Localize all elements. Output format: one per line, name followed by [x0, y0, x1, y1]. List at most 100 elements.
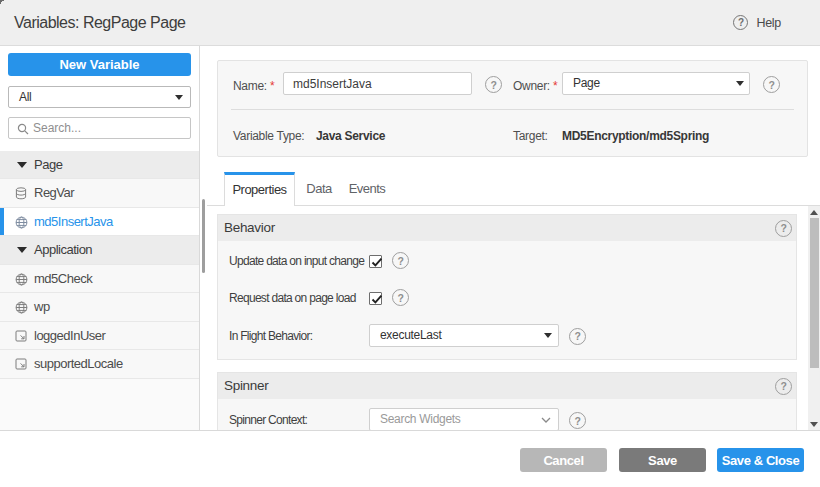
select-value: executeLast: [380, 325, 441, 346]
tree-item-label: md5Check: [34, 265, 92, 293]
row-help-icon[interactable]: ?: [392, 252, 409, 269]
tree-empty-area: [0, 379, 199, 431]
tree-item-wp[interactable]: wp: [0, 293, 199, 322]
properties-panel: Behavior ? Update data on input change ?…: [207, 206, 820, 430]
target-value: MD5Encryption/md5Spring: [562, 129, 709, 143]
dialog-footer: Cancel Save Save & Close: [0, 431, 820, 487]
owner-label: Owner: *: [513, 79, 557, 93]
name-label: Name: *: [233, 79, 274, 93]
tree-item-loggedinuser[interactable]: loggedInUser: [0, 322, 199, 351]
chevron-down-icon: [544, 333, 552, 338]
search-input[interactable]: [33, 119, 183, 137]
variable-filter-select[interactable]: All: [8, 86, 191, 108]
help-button[interactable]: ? Help: [733, 0, 781, 45]
save-and-close-button[interactable]: Save & Close: [717, 448, 804, 472]
request-data-checkbox[interactable]: [369, 292, 382, 305]
tree-item-label: wp: [34, 293, 50, 321]
update-data-checkbox[interactable]: [369, 255, 382, 268]
chevron-down-icon: [175, 95, 183, 100]
section-title: Behavior: [224, 215, 275, 241]
triangle-down-shape: [810, 422, 818, 427]
in-flight-behavior-select[interactable]: executeLast: [369, 324, 559, 347]
select-placeholder: Search Widgets: [380, 409, 461, 430]
cancel-button[interactable]: Cancel: [520, 448, 607, 472]
tree-group-application[interactable]: Application: [0, 236, 199, 265]
collapse-caret-icon: [17, 247, 27, 253]
tree-group-page[interactable]: Page: [0, 151, 199, 180]
collapse-caret-icon: [17, 162, 27, 168]
tree-item-md5insertjava[interactable]: md5InsertJava: [0, 208, 199, 237]
scroll-down-arrow-icon[interactable]: [808, 418, 820, 430]
triangle-up-shape: [810, 210, 818, 215]
spinner-context-select[interactable]: Search Widgets: [369, 408, 559, 430]
variables-tree: Page RegVar md5InsertJava Applicati: [0, 151, 199, 379]
variable-filter-value: All: [19, 87, 31, 107]
behavior-section-header: Behavior ?: [218, 215, 796, 241]
tree-item-md5check[interactable]: md5Check: [0, 265, 199, 294]
tree-item-supportedlocale[interactable]: supportedLocale: [0, 350, 199, 379]
owner-label-text: Owner:: [513, 79, 550, 93]
behavior-help-icon[interactable]: ?: [775, 220, 792, 237]
dialog-title: Variables: RegPage Page: [14, 0, 185, 45]
chevron-down-icon: [541, 417, 551, 423]
save-button[interactable]: Save: [619, 448, 706, 472]
target-label: Target:: [513, 129, 548, 143]
variable-type-value: Java Service: [316, 129, 385, 143]
new-variable-button[interactable]: New Variable: [8, 53, 191, 76]
tab-data[interactable]: Data: [295, 172, 343, 207]
property-label: Spinner Context:: [229, 408, 307, 430]
scroll-up-arrow-icon[interactable]: [808, 206, 820, 218]
help-label: Help: [756, 16, 781, 30]
tree-item-label: md5InsertJava: [34, 208, 113, 236]
tree-item-regvar[interactable]: RegVar: [0, 179, 199, 208]
row-help-icon[interactable]: ?: [569, 328, 586, 345]
tab-events[interactable]: Events: [343, 172, 391, 207]
globe-icon: [15, 273, 28, 286]
model-icon: [15, 358, 27, 370]
model-icon: [15, 330, 27, 342]
name-help-icon[interactable]: ?: [485, 76, 502, 93]
tree-item-label: loggedInUser: [34, 322, 105, 350]
tree-group-label: Application: [34, 236, 92, 264]
spinner-help-icon[interactable]: ?: [775, 378, 792, 395]
property-row: Update data on input change ?: [218, 249, 796, 273]
variable-detail-pane: Name: * ? Owner: * Page ? Variable Type:…: [207, 46, 820, 431]
required-asterisk: *: [270, 79, 274, 93]
selected-indicator-bar: [0, 208, 4, 236]
chevron-down-icon: [736, 81, 744, 86]
row-help-icon[interactable]: ?: [569, 412, 586, 429]
help-icon: ?: [733, 15, 748, 30]
owner-select-value: Page: [573, 73, 600, 94]
variable-type-label: Variable Type:: [233, 129, 304, 143]
section-title: Spinner: [224, 373, 268, 399]
variables-sidebar: New Variable All Page RegVar: [0, 46, 200, 431]
name-label-text: Name:: [233, 79, 267, 93]
property-label: Request data on page load: [229, 286, 356, 310]
variable-search-box: [8, 117, 191, 139]
row-help-icon[interactable]: ?: [392, 289, 409, 306]
behavior-section: Behavior ? Update data on input change ?…: [217, 214, 797, 360]
checkmark-icon: [371, 294, 383, 305]
tree-item-label: supportedLocale: [34, 350, 123, 378]
tab-properties[interactable]: Properties: [224, 172, 295, 207]
variable-summary-panel: Name: * ? Owner: * Page ? Variable Type:…: [217, 60, 808, 157]
scrollbar-thumb[interactable]: [810, 218, 819, 368]
name-input[interactable]: [283, 72, 472, 95]
owner-help-icon[interactable]: ?: [763, 76, 780, 93]
sidebar-scrollbar-thumb[interactable]: [202, 199, 206, 273]
panel-divider: [231, 109, 794, 110]
property-row: Spinner Context: Search Widgets ?: [218, 408, 796, 430]
spinner-section: Spinner ? Spinner Context: Search Widget…: [217, 372, 797, 430]
properties-scrollbar[interactable]: [808, 206, 820, 430]
property-label: In Flight Behavior:: [229, 324, 312, 348]
property-label: Update data on input change: [229, 249, 364, 273]
owner-select[interactable]: Page: [562, 72, 750, 95]
window-corner-artifact: [0, 0, 4, 4]
tree-group-label: Page: [34, 151, 62, 179]
property-row: Request data on page load ?: [218, 286, 796, 310]
globe-icon: [15, 216, 28, 229]
database-icon: [15, 187, 27, 200]
required-asterisk: *: [553, 79, 557, 93]
globe-icon: [15, 301, 28, 314]
spinner-section-header: Spinner ?: [218, 373, 796, 399]
